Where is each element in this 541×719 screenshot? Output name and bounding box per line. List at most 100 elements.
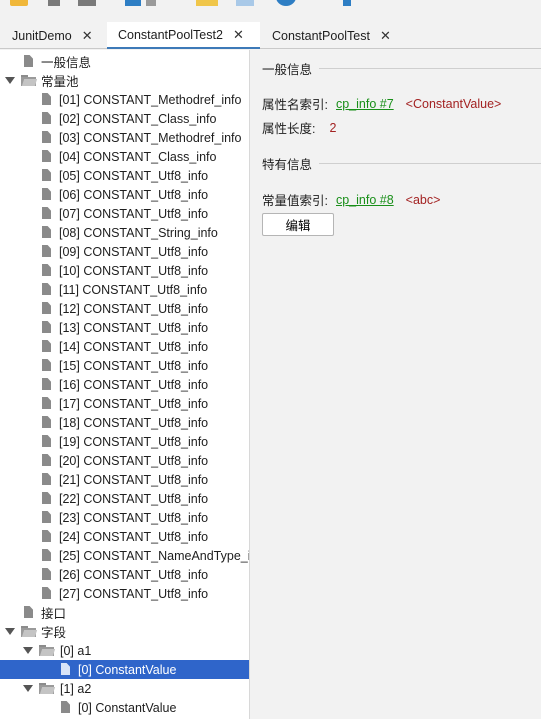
section-title: 特有信息 — [262, 158, 313, 172]
attr-name-index-link[interactable]: cp_info #7 — [336, 97, 394, 111]
tree-node[interactable]: [14] CONSTANT_Utf8_info — [0, 337, 249, 356]
tree-node[interactable]: [18] CONSTANT_Utf8_info — [0, 413, 249, 432]
tree-node-label: [01] CONSTANT_Methodref_info — [59, 92, 242, 107]
file-icon — [42, 587, 51, 599]
tree-node[interactable]: [26] CONSTANT_Utf8_info — [0, 565, 249, 584]
tree-node[interactable]: [08] CONSTANT_String_info — [0, 223, 249, 242]
tab-junitdemo[interactable]: JunitDemo ✕ — [0, 22, 107, 49]
list-icon[interactable] — [146, 0, 156, 6]
general-info-section: 一般信息 — [262, 59, 541, 78]
class-structure-tree[interactable]: 一般信息 常量池 [01] CONSTANT_Methodref_info [02] … — [0, 50, 250, 719]
chevron-down-icon[interactable] — [23, 685, 33, 692]
chevron-down-icon[interactable] — [5, 77, 15, 84]
arrow-icon[interactable] — [343, 0, 351, 6]
tree-node-label: [05] CONSTANT_Utf8_info — [59, 168, 209, 183]
chevron-down-icon[interactable] — [5, 628, 15, 635]
tree-node[interactable]: [0] a1 — [0, 641, 249, 660]
tree-node-label: [07] CONSTANT_Utf8_info — [59, 206, 209, 221]
tree-node-label: [21] CONSTANT_Utf8_info — [59, 472, 209, 487]
file-icon — [42, 93, 51, 105]
tree-node[interactable]: [20] CONSTANT_Utf8_info — [0, 451, 249, 470]
tree-node[interactable]: [0] ConstantValue — [0, 660, 249, 679]
tab-constantpooltest[interactable]: ConstantPoolTest ✕ — [260, 22, 400, 49]
const-value-index-label: 常量值索引: — [262, 194, 328, 208]
copy-icon[interactable] — [125, 0, 141, 6]
file-icon — [42, 302, 51, 314]
open-folder-icon[interactable] — [196, 0, 218, 6]
folder-icon[interactable] — [10, 0, 28, 6]
tree-node[interactable]: [17] CONSTANT_Utf8_info — [0, 394, 249, 413]
file-icon — [42, 378, 51, 390]
arrows-icon[interactable] — [78, 0, 96, 6]
section-title: 一般信息 — [262, 63, 313, 77]
file-icon — [42, 511, 51, 523]
tree-node-label: 一般信息 — [41, 56, 92, 70]
tree-node-label: [08] CONSTANT_String_info — [59, 225, 218, 240]
tree-node-label: 字段 — [41, 626, 67, 640]
tree-node[interactable]: [04] CONSTANT_Class_info — [0, 147, 249, 166]
tree-node-label: [13] CONSTANT_Utf8_info — [59, 320, 209, 335]
tree-node[interactable]: [12] CONSTANT_Utf8_info — [0, 299, 249, 318]
tree-node[interactable]: [01] CONSTANT_Methodref_info — [0, 90, 249, 109]
tree-node[interactable]: [24] CONSTANT_Utf8_info — [0, 527, 249, 546]
tree-node-label: [20] CONSTANT_Utf8_info — [59, 453, 209, 468]
edit-button[interactable]: 编辑 — [262, 213, 334, 236]
tree-node-label: [10] CONSTANT_Utf8_info — [59, 263, 209, 278]
tree-node[interactable]: [09] CONSTANT_Utf8_info — [0, 242, 249, 261]
tree-node[interactable]: [22] CONSTANT_Utf8_info — [0, 489, 249, 508]
file-icon — [42, 150, 51, 162]
tree-node-label: [25] CONSTANT_NameAndType_i — [59, 548, 250, 563]
tree-node-label: [0] ConstantValue — [78, 700, 177, 715]
chevron-down-icon[interactable] — [23, 647, 33, 654]
tree-node[interactable]: [06] CONSTANT_Utf8_info — [0, 185, 249, 204]
close-icon[interactable]: ✕ — [229, 28, 244, 41]
tree-node[interactable]: [07] CONSTANT_Utf8_info — [0, 204, 249, 223]
tree-node[interactable]: [23] CONSTANT_Utf8_info — [0, 508, 249, 527]
tab-constantpooltest2[interactable]: ConstantPoolTest2 ✕ — [107, 22, 260, 49]
tree-node[interactable]: [11] CONSTANT_Utf8_info — [0, 280, 249, 299]
tree-node[interactable]: [02] CONSTANT_Class_info — [0, 109, 249, 128]
file-icon — [42, 283, 51, 295]
tree-node[interactable]: 常量池 — [0, 71, 249, 90]
tree-node-label: [14] CONSTANT_Utf8_info — [59, 339, 209, 354]
tree-node[interactable]: [13] CONSTANT_Utf8_info — [0, 318, 249, 337]
tree-node-label: [09] CONSTANT_Utf8_info — [59, 244, 209, 259]
file-icon — [42, 454, 51, 466]
file-icon — [42, 473, 51, 485]
close-icon[interactable]: ✕ — [376, 29, 391, 42]
tree-node[interactable]: [0] ConstantValue — [0, 698, 249, 717]
tree-node[interactable]: [03] CONSTANT_Methodref_info — [0, 128, 249, 147]
tree-node[interactable]: [05] CONSTANT_Utf8_info — [0, 166, 249, 185]
tree-node-label: [16] CONSTANT_Utf8_info — [59, 377, 209, 392]
tree-node-label: [06] CONSTANT_Utf8_info — [59, 187, 209, 202]
tree-node[interactable]: 字段 — [0, 622, 249, 641]
file-icon — [42, 264, 51, 276]
document-icon[interactable] — [236, 0, 254, 6]
const-value-index-link[interactable]: cp_info #8 — [336, 193, 394, 207]
file-icon — [42, 340, 51, 352]
tree-node-label: [17] CONSTANT_Utf8_info — [59, 396, 209, 411]
folder-icon — [21, 75, 38, 86]
file-icon — [42, 568, 51, 580]
file-icon — [42, 131, 51, 143]
tree-node[interactable]: [25] CONSTANT_NameAndType_i — [0, 546, 250, 565]
tree-node[interactable]: 一般信息 — [0, 52, 249, 71]
tree-node-label: [23] CONSTANT_Utf8_info — [59, 510, 209, 525]
tree-node[interactable]: [19] CONSTANT_Utf8_info — [0, 432, 249, 451]
tree-node[interactable]: [10] CONSTANT_Utf8_info — [0, 261, 249, 280]
tree-node[interactable]: [21] CONSTANT_Utf8_info — [0, 470, 249, 489]
tree-node[interactable]: 接口 — [0, 603, 249, 622]
attr-length-label: 属性长度: — [262, 122, 316, 136]
tree-node-label: [1] a2 — [60, 681, 92, 696]
tree-node[interactable]: [27] CONSTANT_Utf8_info — [0, 584, 249, 603]
info-icon[interactable] — [276, 0, 296, 6]
folder-icon — [21, 626, 38, 637]
close-icon[interactable]: ✕ — [78, 29, 93, 42]
tool-icon[interactable] — [48, 0, 60, 6]
tree-node-label: [18] CONSTANT_Utf8_info — [59, 415, 209, 430]
tree-node[interactable]: [16] CONSTANT_Utf8_info — [0, 375, 249, 394]
tree-node[interactable]: [15] CONSTANT_Utf8_info — [0, 356, 249, 375]
file-icon — [24, 55, 33, 67]
tree-node[interactable]: [1] a2 — [0, 679, 249, 698]
attr-name-index-tag: <ConstantValue> — [405, 96, 502, 111]
